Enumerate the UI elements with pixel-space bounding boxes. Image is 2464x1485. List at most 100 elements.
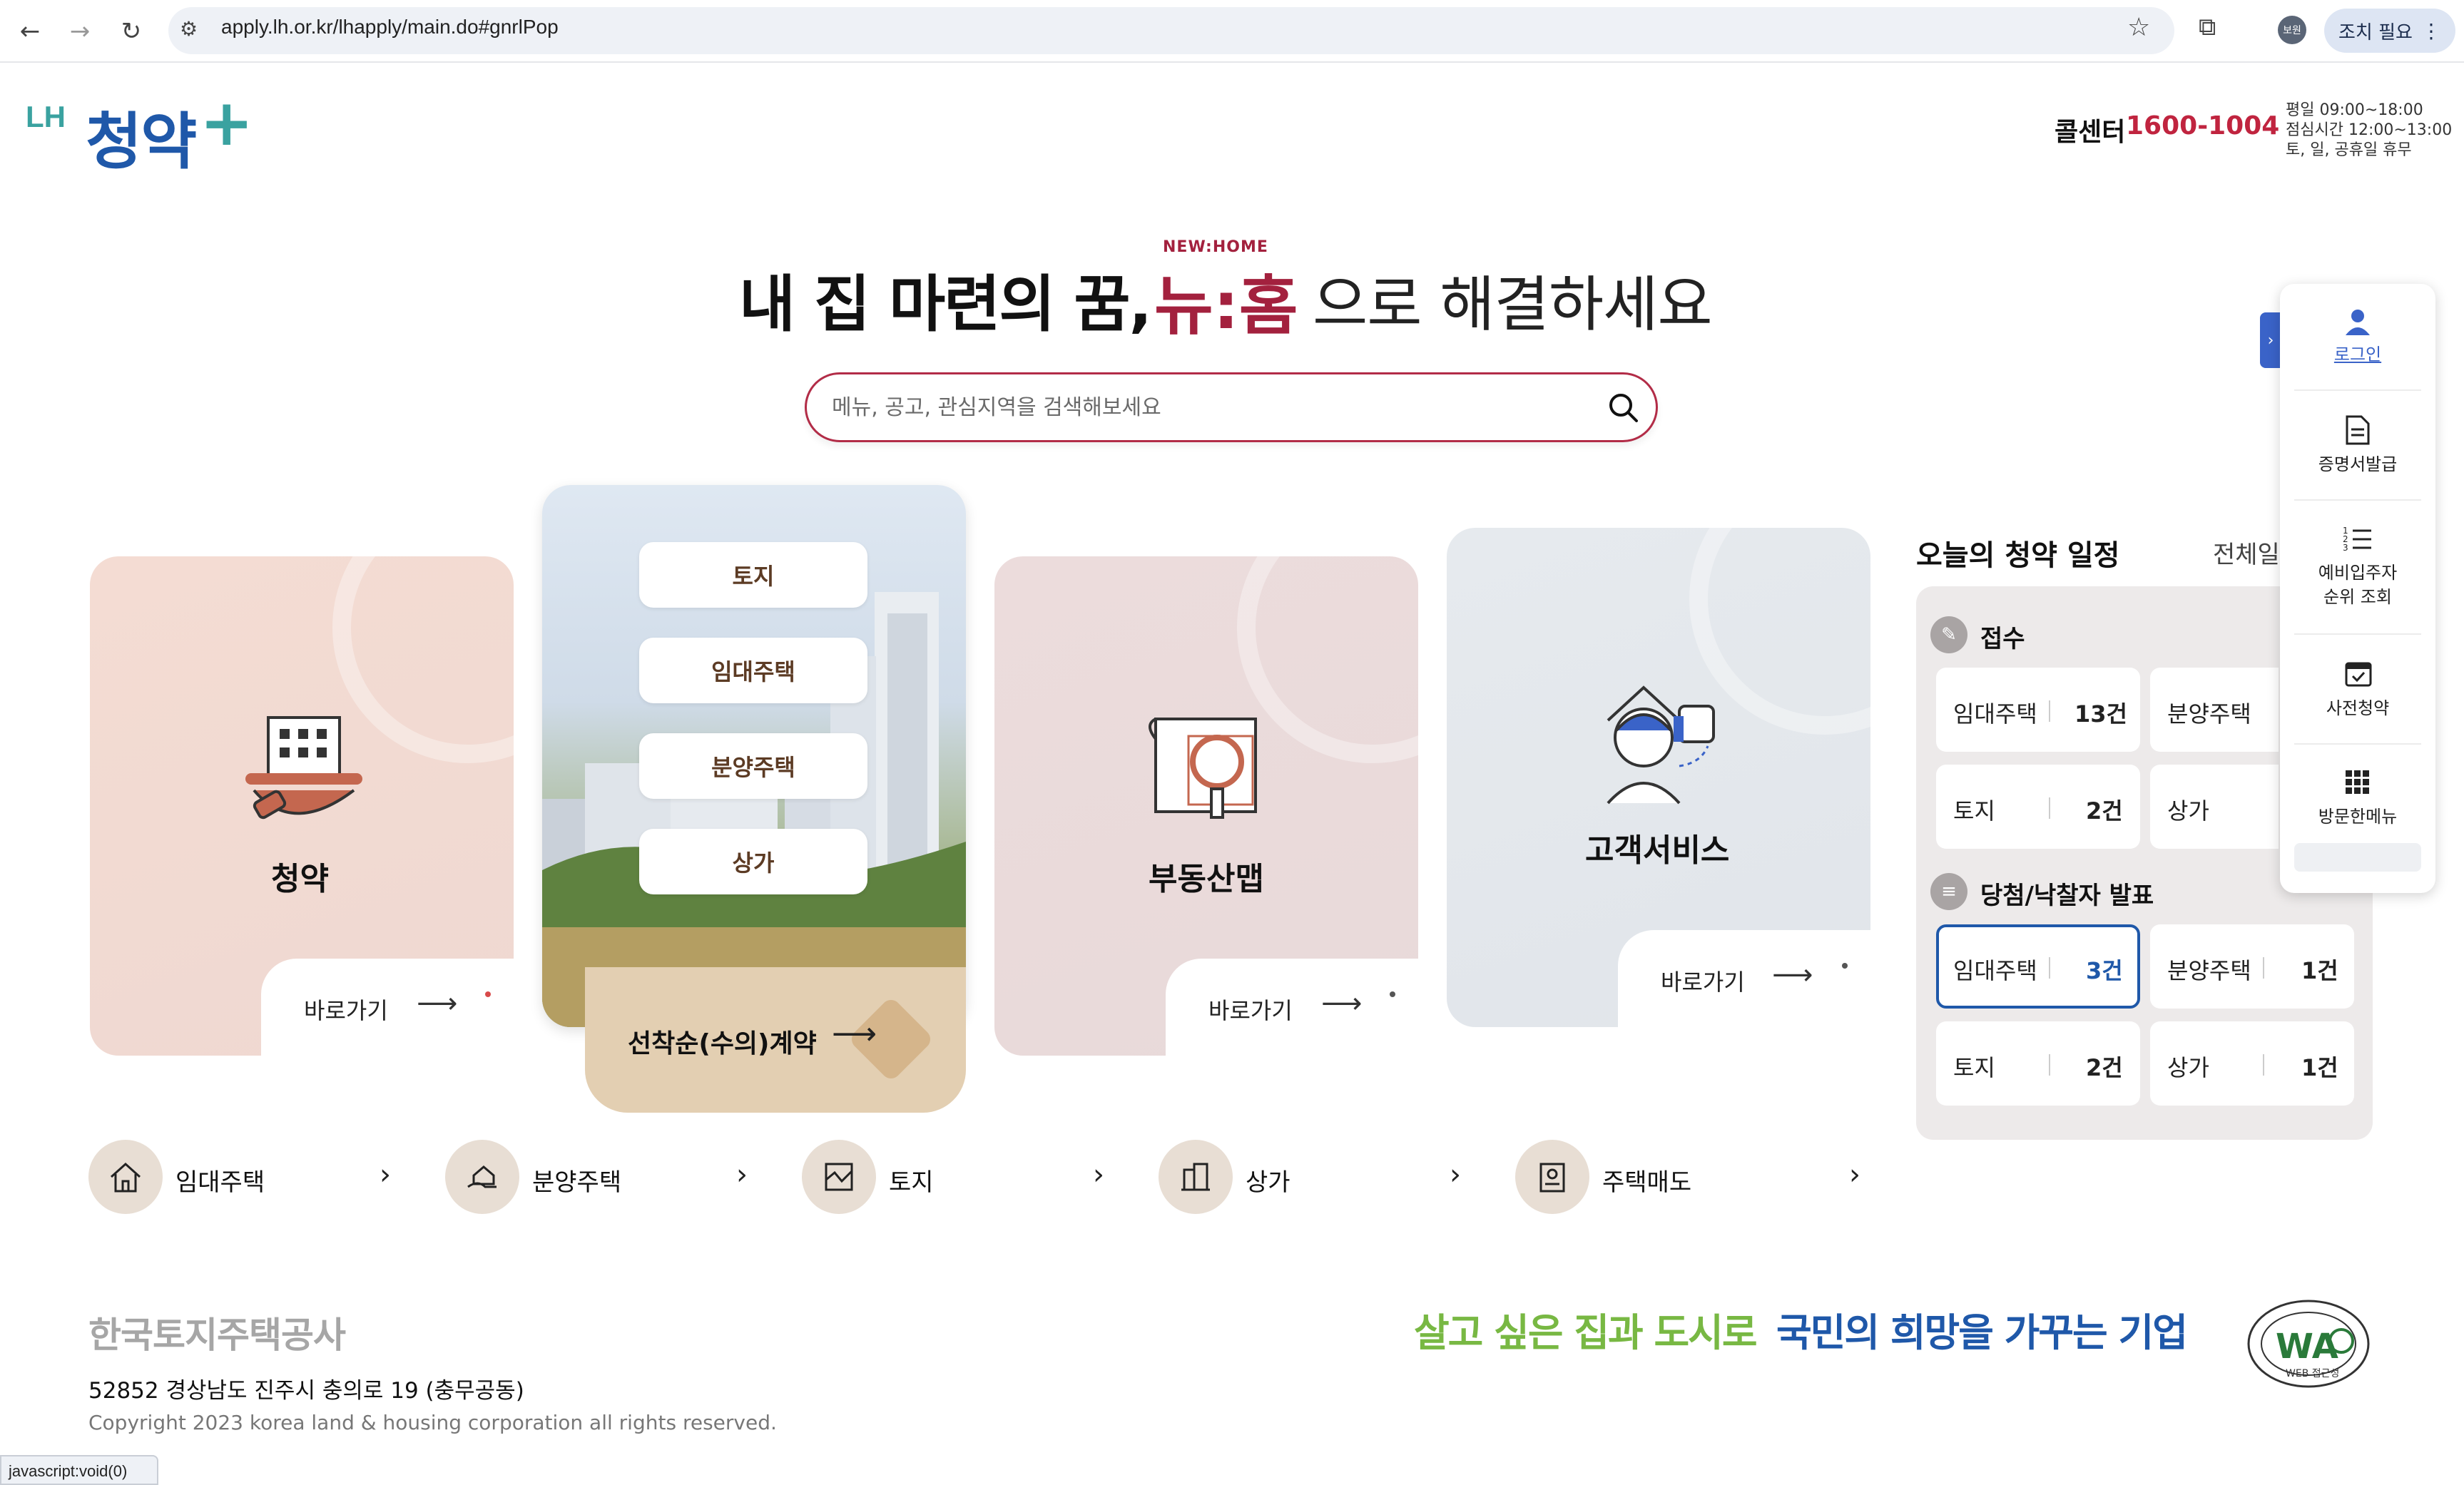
category-label[interactable]: 분양주택 — [532, 1163, 621, 1198]
schedule-cell-count: 13건 — [2074, 700, 2127, 728]
map-magnifier-icon — [1149, 718, 1257, 819]
chevron-right-icon[interactable]: › — [1849, 1158, 1860, 1191]
quick-certificate[interactable]: 증명서발급 — [2280, 452, 2435, 476]
forward-icon[interactable]: → — [61, 13, 98, 50]
extensions-icon[interactable]: ⧉ — [2199, 13, 2216, 41]
cell-divider — [2049, 957, 2050, 979]
schedule-cell-count: 1건 — [2301, 957, 2338, 984]
house-sale-icon[interactable] — [1515, 1140, 1589, 1214]
chevron-right-icon[interactable]: › — [1093, 1158, 1104, 1191]
svg-text:3: 3 — [2343, 543, 2348, 552]
search-icon[interactable] — [1607, 391, 1641, 425]
profile-avatar[interactable]: 보원 — [2278, 16, 2306, 44]
schedule-cell-count: 3건 — [2086, 957, 2123, 984]
document-icon — [2346, 415, 2370, 445]
web-accessibility-badge[interactable]: WA WEB 접근성 — [2246, 1300, 2371, 1389]
kebab-menu-icon: ⋮ — [2420, 19, 2441, 43]
calendar-check-icon — [2345, 662, 2372, 687]
cell-divider — [2049, 700, 2050, 722]
user-icon — [2346, 310, 2370, 335]
schedule-cell-count: 2건 — [2086, 1054, 2123, 1081]
list-icon: ≡ — [1930, 873, 1967, 910]
arrow-right-icon: ⟶ — [1321, 987, 1362, 1020]
schedule-cell-label: 상가 — [2167, 1054, 2209, 1081]
ranking-list-icon: 123 — [2343, 526, 2371, 552]
schedule-cell-label: 임대주택 — [1953, 700, 2037, 728]
logo-plus: + — [200, 86, 254, 160]
chevron-right-icon[interactable]: › — [1450, 1158, 1461, 1191]
schedule-title: 오늘의 청약 일정 — [1916, 539, 2120, 572]
building-hand-icon — [245, 716, 362, 820]
hero-headline-b: 으로 해결하세요 — [1313, 270, 1713, 340]
bookmark-star-icon[interactable]: ☆ — [2127, 13, 2150, 42]
cell-divider — [2049, 1054, 2050, 1076]
dot-icon — [1390, 991, 1395, 997]
first-come-label: 선착순(수의)계약 — [628, 1029, 817, 1058]
quick-divider — [2294, 389, 2421, 391]
home-hand-icon[interactable] — [445, 1140, 519, 1214]
land-map-icon[interactable] — [802, 1140, 876, 1214]
cell-divider — [2263, 957, 2264, 979]
quick-visited-menu[interactable]: 방문한메뉴 — [2280, 805, 2435, 829]
cheongyak-goto-label: 바로가기 — [304, 997, 388, 1024]
category-label[interactable]: 주택매도 — [1602, 1163, 1691, 1198]
schedule-view-all[interactable]: 전체일 — [2213, 535, 2280, 570]
schedule-section-head: 당첨/낙찰자 발표 — [1980, 882, 2154, 910]
menu-pill-sale[interactable]: 분양주택 — [639, 733, 867, 799]
browser-status-bar: javascript:void(0) — [0, 1455, 158, 1485]
building-icon[interactable] — [1159, 1140, 1233, 1214]
schedule-cell-count: 1건 — [2301, 1054, 2338, 1081]
logo-cheongyak[interactable]: 청약 — [86, 91, 197, 180]
footer-copyright: Copyright 2023 korea land & housing corp… — [88, 1411, 777, 1434]
quick-pre-subscription[interactable]: 사전청약 — [2280, 696, 2435, 720]
visited-menu-empty — [2294, 843, 2421, 872]
menu-pill-commercial[interactable]: 상가 — [639, 829, 867, 894]
wa-badge-text: WA — [2276, 1327, 2338, 1367]
customer-thumbs-up-icon — [1607, 685, 1715, 805]
arrow-right-icon: ⟶ — [417, 987, 457, 1020]
menu-pill-rental[interactable]: 임대주택 — [639, 638, 867, 703]
schedule-cell-label: 분양주택 — [2167, 700, 2251, 728]
url-text[interactable]: apply.lh.or.kr/lhapply/main.do#gnrlPop — [221, 16, 559, 39]
newhome-logo: 뉴:홈 — [1154, 269, 1298, 344]
realty-map-title: 부동산맵 — [1149, 861, 1264, 897]
logo-lh[interactable]: LH — [26, 100, 66, 134]
schedule-section-head: 접수 — [1980, 625, 2025, 653]
house-icon[interactable] — [88, 1140, 163, 1214]
quick-login[interactable]: 로그인 — [2280, 342, 2435, 367]
category-label[interactable]: 상가 — [1246, 1163, 1290, 1198]
chevron-right-icon[interactable]: › — [736, 1158, 748, 1191]
customer-service-title: 고객서비스 — [1585, 832, 1730, 869]
cheongyak-title: 청약 — [271, 861, 329, 897]
callcenter-label: 콜센터 — [2055, 118, 2126, 147]
quick-waitlist-line2[interactable]: 순위 조회 — [2280, 585, 2435, 609]
callcenter-number: 1600-1004 — [2126, 111, 2280, 141]
site-settings-icon[interactable]: ⚙ — [180, 17, 198, 41]
arrow-right-icon: ⟶ — [832, 1016, 877, 1052]
hours-holiday: 토, 일, 공휴일 휴무 — [2286, 141, 2412, 159]
quick-waitlist-line1[interactable]: 예비입주자 — [2280, 561, 2435, 585]
footer-address: 52852 경상남도 진주시 충의로 19 (충무공동) — [88, 1378, 524, 1404]
chevron-right-icon[interactable]: › — [380, 1158, 391, 1191]
search-input[interactable] — [832, 391, 1545, 424]
action-needed-button[interactable]: 조치 필요 ⋮ — [2324, 9, 2455, 53]
schedule-cell-label: 토지 — [1953, 1054, 1995, 1081]
category-label[interactable]: 토지 — [889, 1163, 934, 1198]
back-icon[interactable]: ← — [11, 13, 49, 50]
action-needed-label: 조치 필요 — [2338, 21, 2413, 44]
arrow-right-icon: ⟶ — [1772, 959, 1813, 991]
category-label[interactable]: 임대주택 — [175, 1163, 265, 1198]
footer-slogan-b: 국민의 희망을 가꾸는 기업 — [1776, 1310, 2188, 1355]
wa-mark-icon: WA WEB 접근성 — [2247, 1300, 2370, 1388]
reload-icon[interactable]: ↻ — [113, 13, 150, 50]
menu-pill-land[interactable]: 토지 — [639, 542, 867, 608]
dot-icon — [1842, 963, 1848, 969]
quick-menu-toggle[interactable]: › — [2260, 312, 2281, 368]
schedule-cell-label: 분양주택 — [2167, 957, 2251, 984]
realty-map-goto-label: 바로가기 — [1208, 997, 1293, 1024]
grid-menu-icon — [2346, 770, 2369, 794]
schedule-cell-label: 토지 — [1953, 797, 1995, 825]
footer-org-name: 한국토지주택공사 — [88, 1315, 346, 1356]
cell-divider — [2263, 1054, 2264, 1076]
footer-slogan-a: 살고 싶은 집과 도시로 — [1414, 1310, 1758, 1355]
